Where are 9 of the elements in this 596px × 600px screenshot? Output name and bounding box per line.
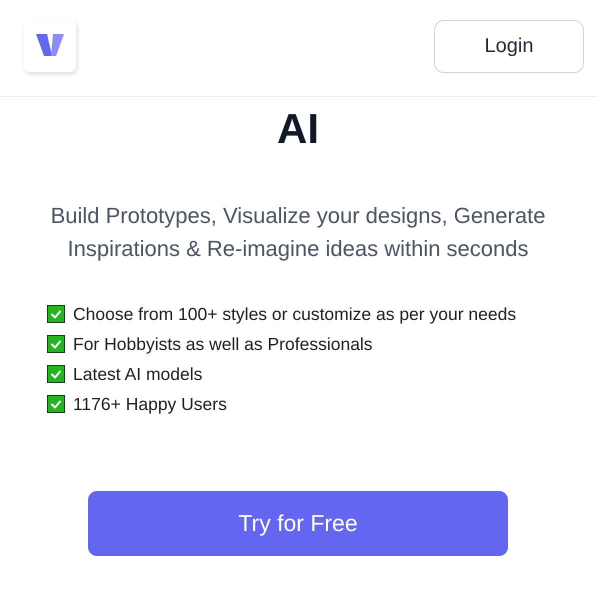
feature-text: Choose from 100+ styles or customize as per your needs <box>73 303 516 325</box>
hero-title: AI <box>277 105 319 153</box>
feature-text: For Hobbyists as well as Professionals <box>73 333 373 355</box>
feature-text: 1176+ Happy Users <box>73 393 227 415</box>
hero-subtitle: Build Prototypes, Visualize your designs, Generate Inspirations & Re-imagine ideas within seconds <box>50 202 546 263</box>
feature-text: Latest AI models <box>73 363 202 385</box>
login-button[interactable]: Login <box>434 20 584 73</box>
try-for-free-button[interactable]: Try for Free <box>88 491 508 556</box>
logo-icon[interactable] <box>24 20 76 72</box>
